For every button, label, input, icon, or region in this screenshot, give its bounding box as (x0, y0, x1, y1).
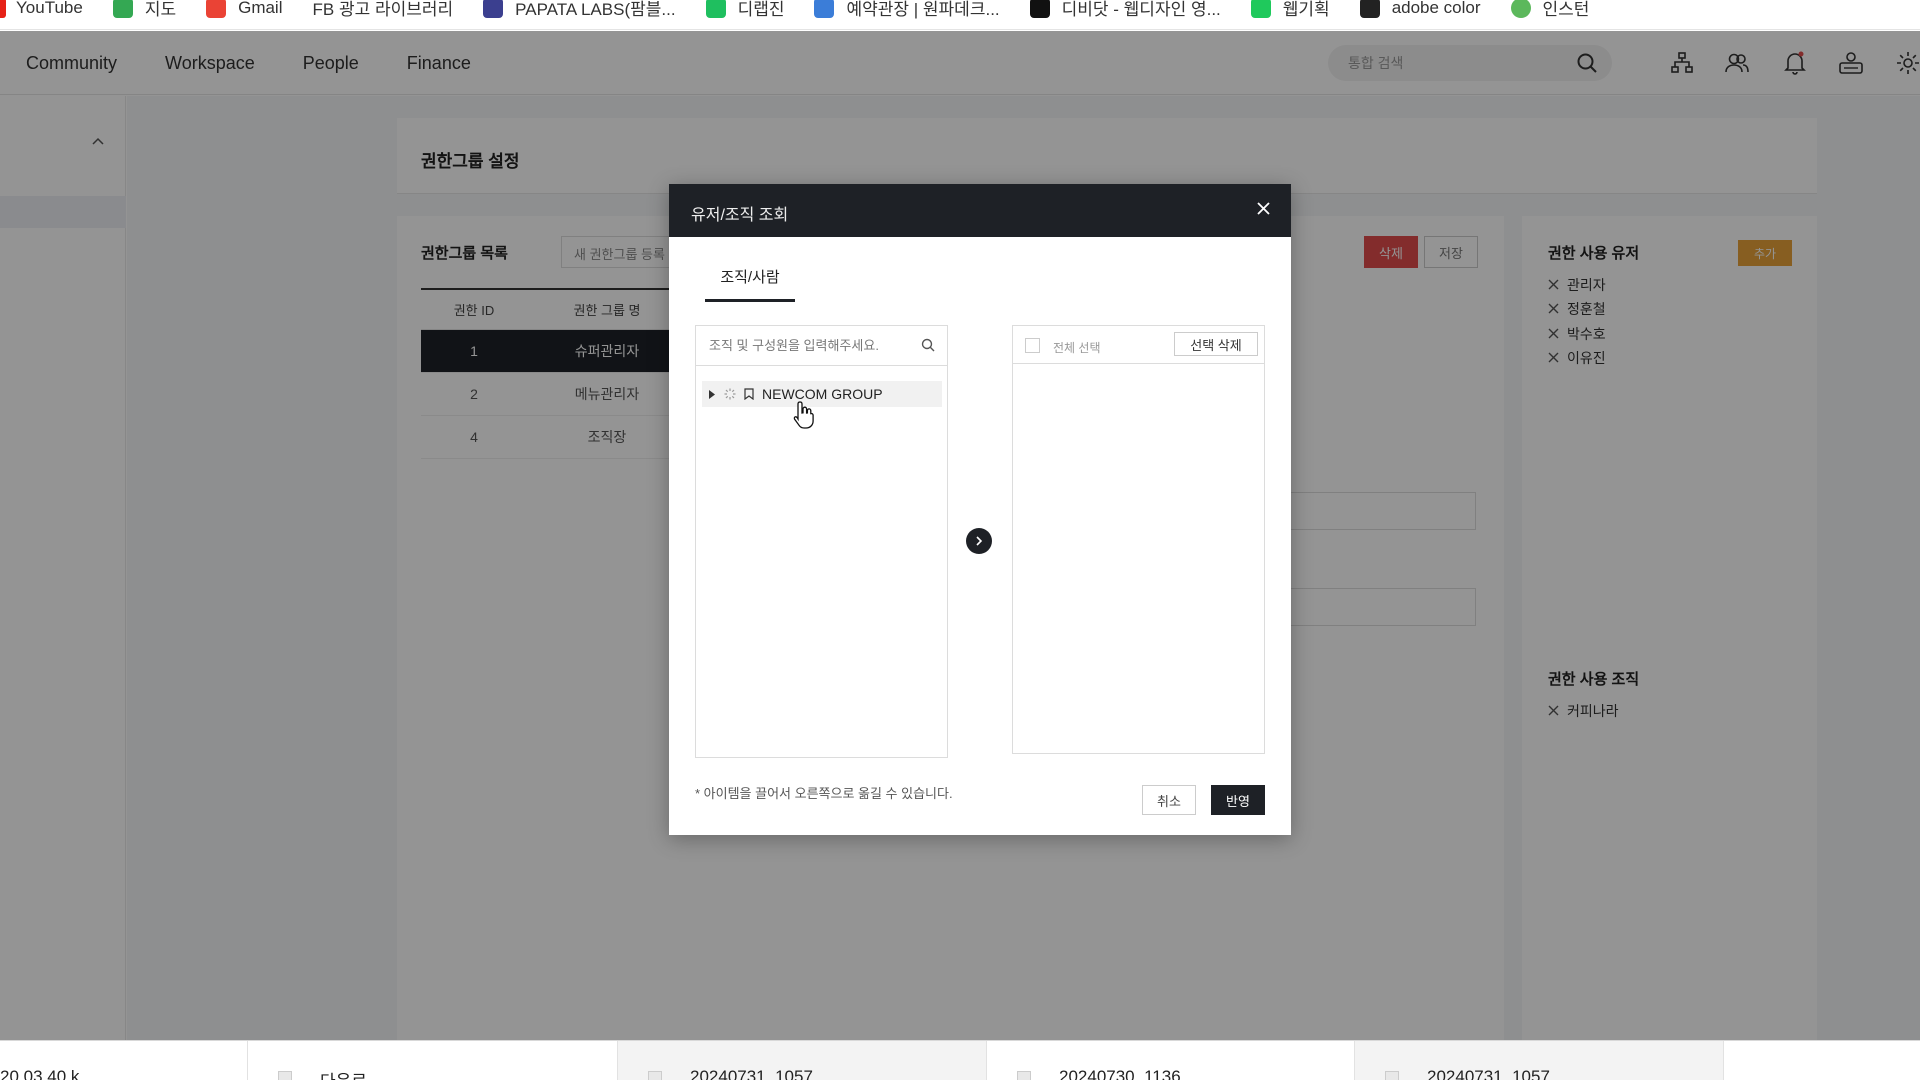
select-all-checkbox[interactable] (1025, 338, 1040, 353)
close-icon[interactable] (1256, 201, 1271, 221)
file-icon (278, 1071, 292, 1080)
move-right-button[interactable] (966, 528, 992, 554)
user-org-search-modal: 유저/조직 조회 조직/사람 NEWCOM GROUP (669, 184, 1291, 835)
select-all-label: 전체 선택 (1053, 341, 1101, 355)
file-icon (1385, 1071, 1399, 1080)
chevron-right-icon (976, 536, 983, 546)
bookmark-reservation[interactable]: 예약관장 | 원파데크... (814, 0, 1000, 23)
caret-right-icon[interactable] (708, 389, 716, 399)
modal-title: 유저/조직 조회 (691, 207, 789, 224)
org-tree-panel: NEWCOM GROUP (695, 325, 948, 758)
gmail-icon (206, 0, 227, 18)
youtube-icon (0, 0, 6, 18)
file-icon (1017, 1071, 1031, 1080)
selected-items-panel: 전체 선택 선택 삭제 (1012, 325, 1265, 754)
modal-header: 유저/조직 조회 (669, 184, 1291, 237)
delete-selected-button[interactable]: 선택 삭제 (1174, 332, 1258, 356)
maps-icon (112, 0, 133, 18)
loading-icon (724, 388, 736, 400)
org-search-input[interactable] (696, 326, 906, 365)
org-search (696, 326, 947, 366)
bookmark-adobe-color[interactable]: adobe color (1359, 0, 1481, 23)
bookmark-fb-ads[interactable]: FB 광고 라이브러리 (313, 0, 454, 23)
download-item[interactable]: 20240731_1057... (1355, 1041, 1724, 1080)
bookmark-dlab[interactable]: 디랩진 (705, 0, 784, 23)
selected-header: 전체 선택 선택 삭제 (1013, 326, 1264, 364)
download-item[interactable]: 20240730_1136... (987, 1041, 1355, 1080)
download-bar: 20.03.40.k... 다운로... 20240731_1057... 20… (0, 1040, 1920, 1080)
apply-button[interactable]: 반영 (1211, 785, 1265, 815)
papata-icon (483, 0, 504, 18)
bookmark-youtube[interactable]: YouTube (0, 0, 83, 23)
file-icon (648, 1071, 662, 1080)
bookmark-gmail[interactable]: Gmail (206, 0, 283, 23)
drag-hint: * 아이템을 끌어서 오른쪽으로 옮길 수 있습니다. (695, 786, 953, 801)
cancel-button[interactable]: 취소 (1142, 785, 1196, 815)
reservation-icon (814, 0, 835, 18)
dlab-icon (705, 0, 726, 18)
blog-icon (1250, 0, 1271, 18)
hand-cursor-icon (792, 400, 816, 435)
search-icon[interactable] (921, 338, 935, 357)
tab-org-people[interactable]: 조직/사람 (705, 266, 795, 302)
dbdot-icon (1029, 0, 1050, 18)
bookmark-inst[interactable]: 인스턴 (1510, 0, 1589, 23)
tree-node[interactable]: NEWCOM GROUP (702, 381, 942, 407)
bookmark-web-planning[interactable]: 웹기획 (1250, 0, 1330, 23)
bookmark-dbdot[interactable]: 디비닷 - 웹디자인 영... (1029, 0, 1221, 23)
bookmark-maps[interactable]: 지도 (112, 0, 176, 23)
download-item[interactable]: 다운로... (248, 1041, 618, 1080)
bookmarks-bar: YouTube 지도 Gmail FB 광고 라이브러리 PAPATA LABS… (0, 0, 1920, 30)
download-item[interactable]: 20240731_1057... (618, 1041, 987, 1080)
bookmark-icon (744, 388, 754, 400)
bookmark-papata[interactable]: PAPATA LABS(팜블... (483, 0, 676, 23)
adobe-color-icon (1359, 0, 1380, 18)
inst-icon (1510, 0, 1531, 18)
tree-node-label: NEWCOM GROUP (762, 386, 883, 402)
download-item[interactable]: 20.03.40.k... (0, 1041, 248, 1080)
